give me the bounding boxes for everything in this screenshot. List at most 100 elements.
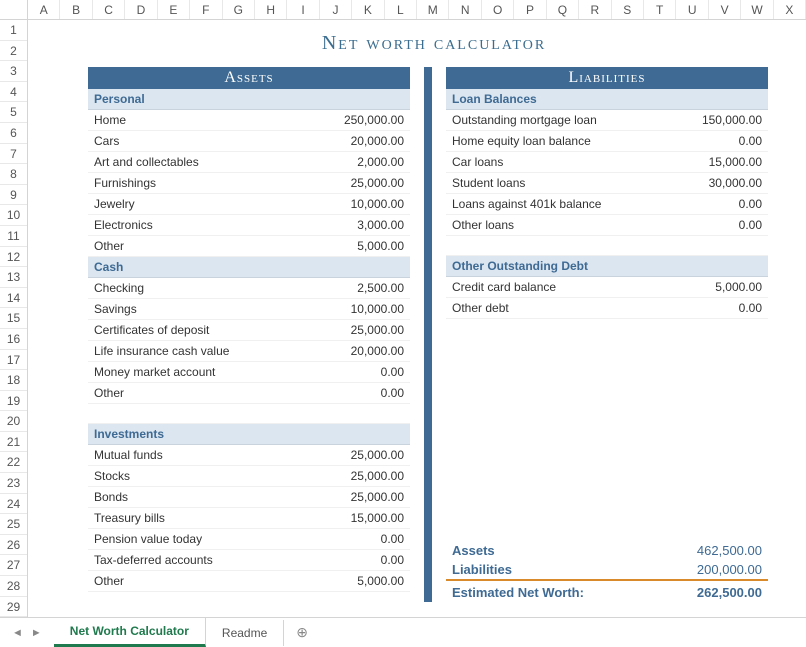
row-label: Bonds — [94, 490, 128, 504]
row-label: Other — [94, 386, 124, 400]
data-row[interactable]: Treasury bills15,000.00 — [88, 508, 410, 529]
data-row[interactable]: Other0.00 — [88, 383, 410, 404]
tab-net-worth[interactable]: Net Worth Calculator — [54, 618, 206, 647]
row-header[interactable]: 20 — [0, 411, 27, 432]
data-row[interactable]: Jewelry10,000.00 — [88, 194, 410, 215]
row-header[interactable]: 24 — [0, 494, 27, 515]
column-header[interactable]: X — [774, 0, 806, 19]
column-headers[interactable]: ABCDEFGHIJKLMNOPQRSTUVWX — [0, 0, 806, 20]
column-header[interactable]: C — [93, 0, 125, 19]
data-row[interactable]: Tax-deferred accounts0.00 — [88, 550, 410, 571]
data-row[interactable]: Furnishings25,000.00 — [88, 173, 410, 194]
row-header[interactable]: 17 — [0, 350, 27, 371]
data-row[interactable]: Other5,000.00 — [88, 571, 410, 592]
column-header[interactable]: K — [352, 0, 384, 19]
data-row[interactable]: Credit card balance5,000.00 — [446, 277, 768, 298]
row-header[interactable]: 28 — [0, 576, 27, 597]
column-header[interactable]: A — [28, 0, 60, 19]
row-header[interactable]: 4 — [0, 82, 27, 103]
row-header[interactable]: 25 — [0, 514, 27, 535]
data-row[interactable]: Home equity loan balance0.00 — [446, 131, 768, 152]
tab-nav-next-icon[interactable]: ► — [31, 627, 42, 639]
row-header[interactable]: 18 — [0, 370, 27, 391]
data-row[interactable]: Outstanding mortgage loan150,000.00 — [446, 110, 768, 131]
data-row[interactable]: Bonds25,000.00 — [88, 487, 410, 508]
data-row[interactable]: Savings10,000.00 — [88, 299, 410, 320]
row-header[interactable]: 22 — [0, 452, 27, 473]
column-header[interactable]: T — [644, 0, 676, 19]
select-all-corner[interactable] — [0, 0, 28, 19]
row-header[interactable]: 29 — [0, 597, 27, 618]
row-header[interactable]: 16 — [0, 329, 27, 350]
column-header[interactable]: J — [320, 0, 352, 19]
spacer — [446, 236, 768, 256]
row-header[interactable]: 2 — [0, 41, 27, 62]
add-sheet-icon[interactable]: ⊕ — [284, 624, 320, 641]
column-header[interactable]: V — [709, 0, 741, 19]
row-value: 0.00 — [739, 301, 762, 315]
row-header[interactable]: 15 — [0, 308, 27, 329]
column-header[interactable]: H — [255, 0, 287, 19]
column-header[interactable]: Q — [547, 0, 579, 19]
data-row[interactable]: Mutual funds25,000.00 — [88, 445, 410, 466]
row-header[interactable]: 3 — [0, 61, 27, 82]
row-header[interactable]: 6 — [0, 123, 27, 144]
row-header[interactable]: 8 — [0, 164, 27, 185]
spacer — [88, 404, 410, 424]
tab-readme[interactable]: Readme — [206, 620, 284, 646]
column-header[interactable]: O — [482, 0, 514, 19]
row-header[interactable]: 1 — [0, 20, 27, 41]
row-label: Tax-deferred accounts — [94, 553, 213, 567]
column-header[interactable]: W — [741, 0, 773, 19]
column-header[interactable]: E — [158, 0, 190, 19]
column-header[interactable]: D — [125, 0, 157, 19]
column-header[interactable]: R — [579, 0, 611, 19]
data-row[interactable]: Car loans15,000.00 — [446, 152, 768, 173]
data-row[interactable]: Electronics3,000.00 — [88, 215, 410, 236]
row-header[interactable]: 19 — [0, 391, 27, 412]
column-header[interactable]: N — [449, 0, 481, 19]
row-headers[interactable]: 1234567891011121314151617181920212223242… — [0, 20, 28, 617]
tab-nav-prev-icon[interactable]: ◄ — [12, 627, 23, 639]
row-header[interactable]: 13 — [0, 267, 27, 288]
column-header[interactable]: G — [223, 0, 255, 19]
row-header[interactable]: 23 — [0, 473, 27, 494]
data-row[interactable]: Pension value today0.00 — [88, 529, 410, 550]
column-header[interactable]: B — [60, 0, 92, 19]
data-row[interactable]: Cars20,000.00 — [88, 131, 410, 152]
column-header[interactable]: M — [417, 0, 449, 19]
worksheet-area[interactable]: Net worth calculator Assets Personal Hom… — [28, 20, 806, 617]
data-row[interactable]: Money market account0.00 — [88, 362, 410, 383]
column-header[interactable]: F — [190, 0, 222, 19]
data-row[interactable]: Home250,000.00 — [88, 110, 410, 131]
row-header[interactable]: 27 — [0, 555, 27, 576]
column-header[interactable]: P — [514, 0, 546, 19]
row-value: 25,000.00 — [351, 323, 404, 337]
data-row[interactable]: Certificates of deposit25,000.00 — [88, 320, 410, 341]
row-header[interactable]: 5 — [0, 102, 27, 123]
row-header[interactable]: 14 — [0, 288, 27, 309]
row-header[interactable]: 21 — [0, 432, 27, 453]
column-header[interactable]: S — [612, 0, 644, 19]
row-header[interactable]: 10 — [0, 205, 27, 226]
data-row[interactable]: Other5,000.00 — [88, 236, 410, 257]
row-header[interactable]: 26 — [0, 535, 27, 556]
row-header[interactable]: 11 — [0, 226, 27, 247]
row-label: Treasury bills — [94, 511, 165, 525]
data-row[interactable]: Loans against 401k balance0.00 — [446, 194, 768, 215]
data-row[interactable]: Other loans0.00 — [446, 215, 768, 236]
column-header[interactable]: L — [385, 0, 417, 19]
row-header[interactable]: 9 — [0, 185, 27, 206]
summary-assets-label: Assets — [452, 543, 495, 558]
row-header[interactable]: 12 — [0, 247, 27, 268]
data-row[interactable]: Student loans30,000.00 — [446, 173, 768, 194]
column-header[interactable]: U — [676, 0, 708, 19]
column-header[interactable]: I — [287, 0, 319, 19]
data-row[interactable]: Other debt0.00 — [446, 298, 768, 319]
row-header[interactable]: 7 — [0, 144, 27, 165]
data-row[interactable]: Stocks25,000.00 — [88, 466, 410, 487]
data-row[interactable]: Life insurance cash value20,000.00 — [88, 341, 410, 362]
data-row[interactable]: Art and collectables2,000.00 — [88, 152, 410, 173]
summary-liabilities-value: 200,000.00 — [697, 562, 762, 577]
data-row[interactable]: Checking2,500.00 — [88, 278, 410, 299]
